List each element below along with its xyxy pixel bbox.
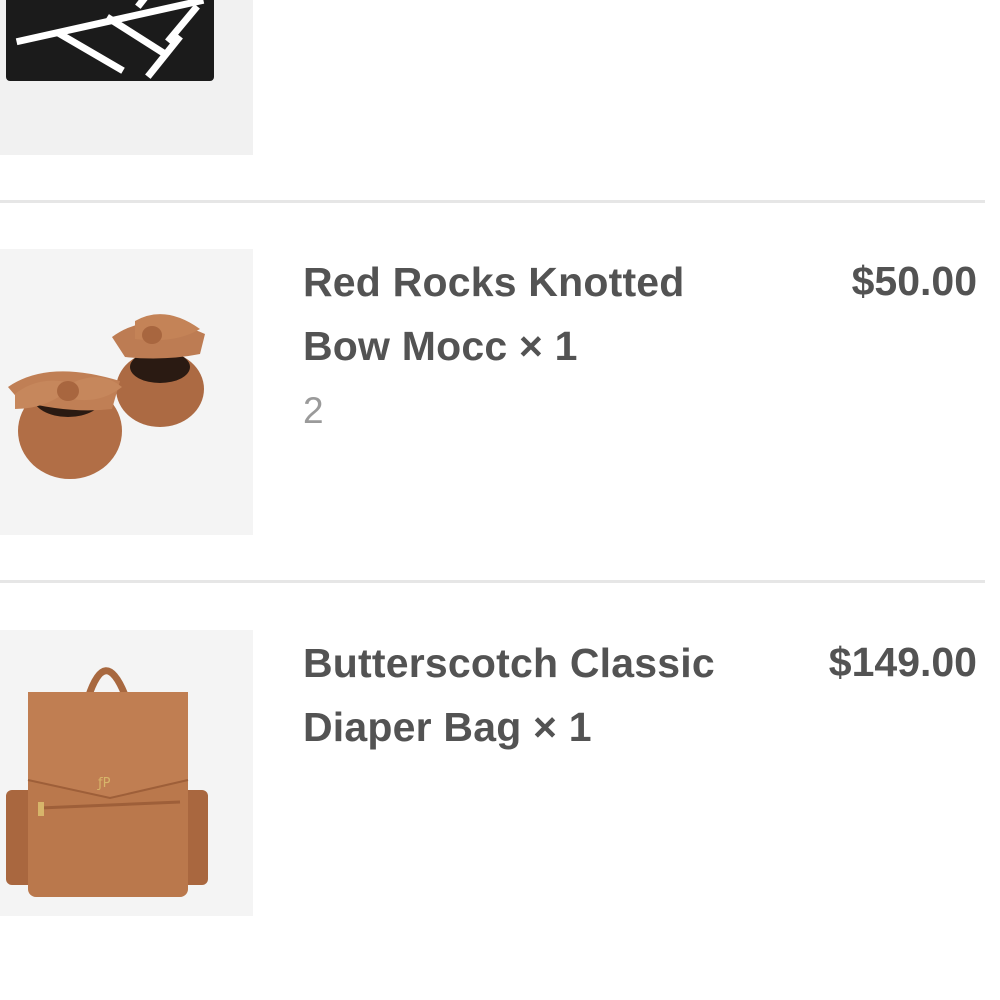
item-divider	[0, 580, 985, 583]
svg-text:ƒP: ƒP	[97, 776, 111, 791]
product-title-line-1: Red Rocks Knotted	[303, 259, 685, 305]
product-image-item-1	[0, 0, 253, 155]
product-title-item-2: Red Rocks Knotted Bow Mocc × 1	[303, 250, 685, 378]
baby-moccasins-image	[0, 249, 253, 535]
order-summary-list: Red Rocks Knotted Bow Mocc × 1 2 $50.00 …	[0, 0, 1000, 1000]
product-title-item-3: Butterscotch Classic Diaper Bag × 1	[303, 631, 715, 759]
product-image-item-2	[0, 249, 253, 535]
black-graphic-product-image	[0, 0, 253, 155]
product-title-line-2: Diaper Bag × 1	[303, 704, 592, 750]
item-divider	[0, 200, 985, 203]
product-price-item-2: $50.00	[851, 258, 977, 304]
product-title-line-1: Butterscotch Classic	[303, 640, 715, 686]
diaper-backpack-image: ƒP	[0, 630, 253, 916]
product-price-item-3: $149.00	[828, 639, 977, 685]
product-image-item-3: ƒP	[0, 630, 253, 916]
product-variant-item-2: 2	[303, 390, 324, 431]
product-title-line-2: Bow Mocc × 1	[303, 323, 578, 369]
